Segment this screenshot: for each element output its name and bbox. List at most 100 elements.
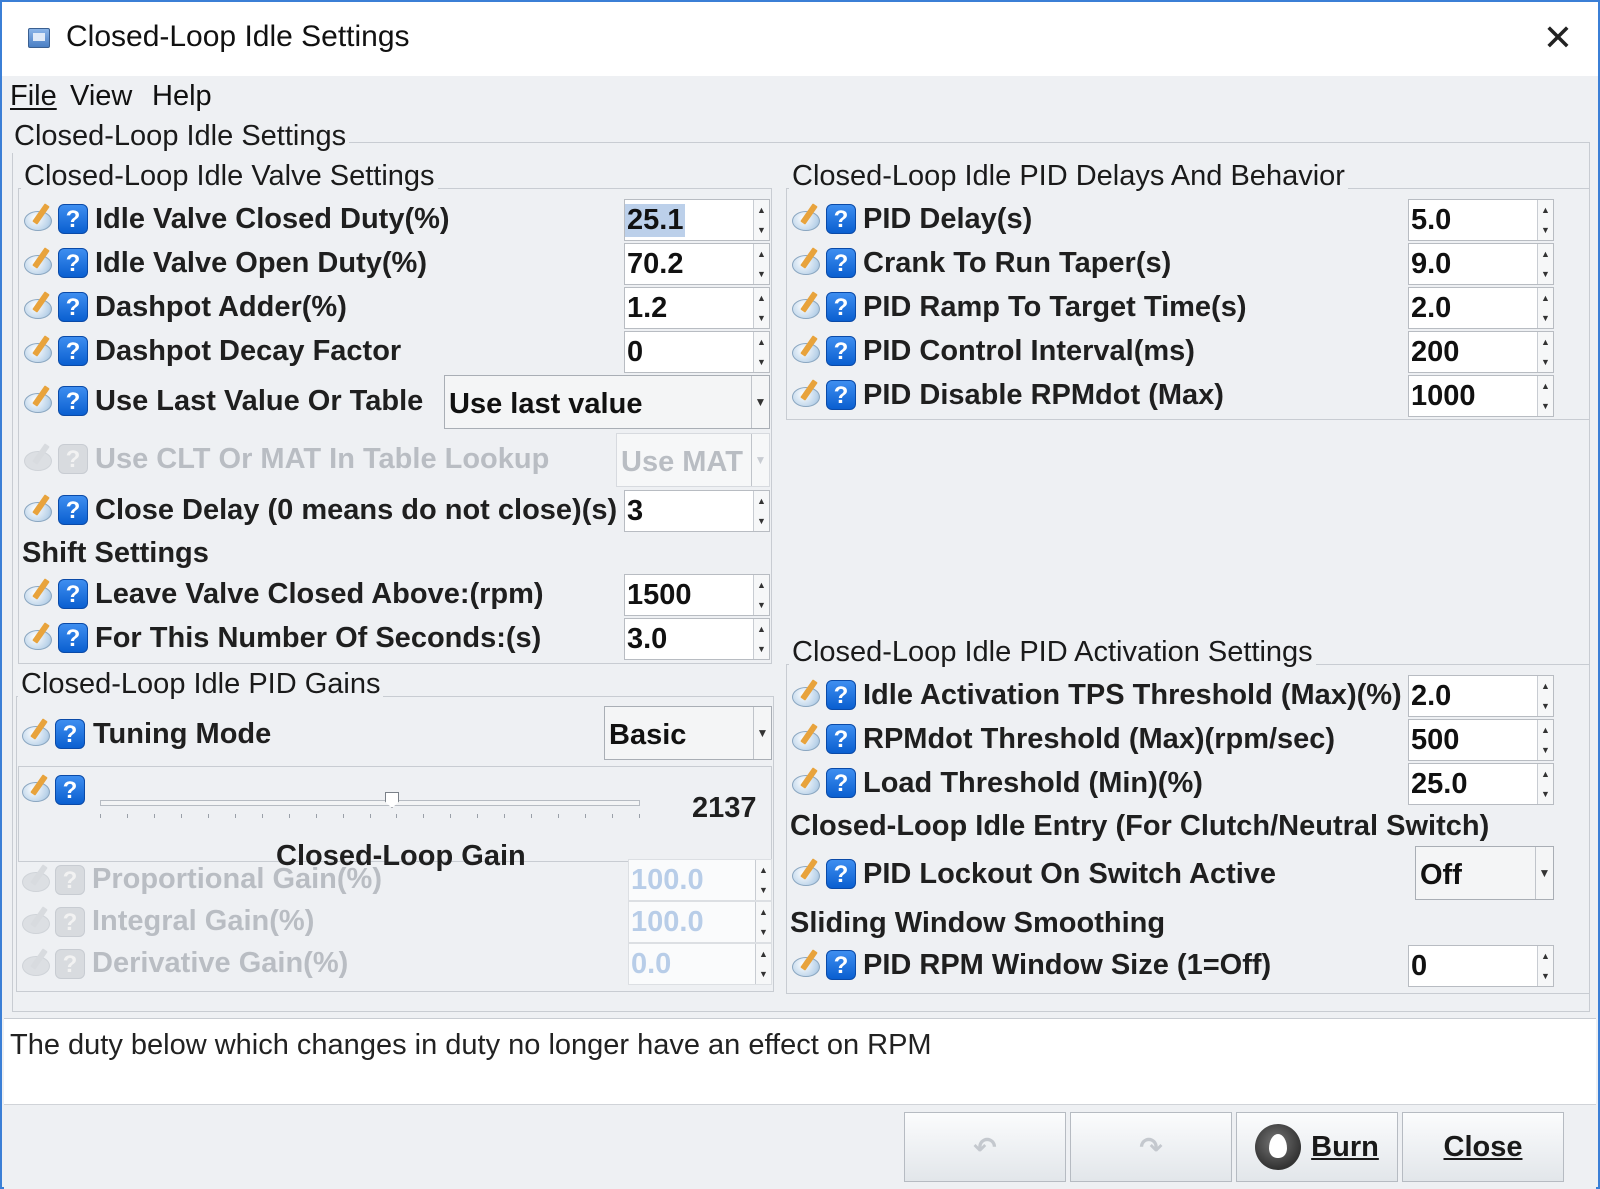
redo-icon: ↷ [1139,1131,1163,1163]
edit-pencil-icon[interactable] [792,335,826,365]
help-icon[interactable]: ? [826,859,856,889]
tuning-mode-selected: Basic [609,719,687,751]
help-icon[interactable]: ? [826,204,856,234]
spinner-arrows[interactable]: ▲ ▼ [1537,200,1553,240]
edit-pencil-icon[interactable] [792,247,826,277]
redo-button[interactable]: ↷ [1070,1112,1232,1182]
edit-pencil-icon[interactable] [24,247,58,277]
spinner-arrows[interactable]: ▲ ▼ [1537,720,1553,760]
edit-pencil-icon[interactable] [24,494,58,524]
spinner-arrows[interactable]: ▲ ▼ [753,491,769,531]
help-icon[interactable]: ? [55,719,85,749]
idle-valve-open-duty-input[interactable]: 70.2 ▲ ▼ [624,243,770,285]
leave-valve-closed-input[interactable]: 1500 ▲ ▼ [624,574,770,616]
edit-pencil-icon[interactable] [24,291,58,321]
spinner-arrows[interactable]: ▲ ▼ [753,288,769,328]
spinner-arrows[interactable]: ▲ ▼ [1537,946,1553,986]
window-size-input[interactable]: 0 ▲ ▼ [1408,945,1554,987]
help-icon[interactable]: ? [58,292,88,322]
crank-taper-input[interactable]: 9.0 ▲ ▼ [1408,243,1554,285]
help-icon[interactable]: ? [826,380,856,410]
pid-gains-title: Closed-Loop Idle PID Gains [18,668,384,701]
edit-pencil-icon[interactable] [792,949,826,979]
spinner-arrows[interactable]: ▲ ▼ [1537,376,1553,416]
help-icon[interactable]: ? [826,680,856,710]
spinner-arrows[interactable]: ▲ ▼ [753,244,769,284]
spinner-arrows[interactable]: ▲ ▼ [753,332,769,372]
dialog-window: Closed-Loop Idle Settings ✕ File View He… [0,0,1600,1189]
gain-slider-track[interactable] [100,800,640,806]
help-icon[interactable]: ? [826,292,856,322]
edit-pencil-icon[interactable] [792,379,826,409]
edit-pencil-icon[interactable] [24,622,58,652]
edit-pencil-icon[interactable] [792,679,826,709]
help-icon[interactable]: ? [826,950,856,980]
load-threshold-input[interactable]: 25.0 ▲ ▼ [1408,763,1554,805]
close-delay-value: 3 [627,495,644,527]
help-icon[interactable]: ? [826,336,856,366]
idle-valve-closed-duty-input[interactable]: 25.1 ▲ ▼ [624,199,770,241]
close-button[interactable]: Close [1402,1112,1564,1182]
spinner-arrows[interactable]: ▲ ▼ [1537,332,1553,372]
slider-tick [154,814,155,818]
close-window-icon[interactable]: ✕ [1536,16,1580,60]
control-interval-input[interactable]: 200 ▲ ▼ [1408,331,1554,373]
dashpot-adder-input[interactable]: 1.2 ▲ ▼ [624,287,770,329]
edit-pencil-icon[interactable] [24,203,58,233]
help-icon[interactable]: ? [58,386,88,416]
edit-pencil-icon[interactable] [24,578,58,608]
help-icon[interactable]: ? [55,775,85,805]
burn-button[interactable]: Burn [1236,1112,1398,1182]
help-icon[interactable]: ? [826,248,856,278]
spinner-arrows[interactable]: ▲ ▼ [1537,764,1553,804]
help-icon[interactable]: ? [826,724,856,754]
seconds-input[interactable]: 3.0 ▲ ▼ [624,618,770,660]
help-icon[interactable]: ? [826,768,856,798]
rpmdot-threshold-input[interactable]: 500 ▲ ▼ [1408,719,1554,761]
edit-pencil-icon[interactable] [22,718,56,748]
spinner-arrows[interactable]: ▲ ▼ [753,619,769,659]
ramp-time-input[interactable]: 2.0 ▲ ▼ [1408,287,1554,329]
edit-pencil-icon[interactable] [22,774,56,804]
tps-threshold-input[interactable]: 2.0 ▲ ▼ [1408,675,1554,717]
integral-gain-label: Integral Gain(%) [92,905,315,937]
chevron-down-icon[interactable]: ▼ [751,376,769,428]
chevron-down-icon[interactable]: ▼ [753,707,771,759]
edit-pencil-icon[interactable] [792,723,826,753]
help-icon[interactable]: ? [58,248,88,278]
menu-file[interactable]: File [10,80,57,113]
ramp-time-label: PID Ramp To Target Time(s) [863,291,1247,323]
disable-rpmdot-input[interactable]: 1000 ▲ ▼ [1408,375,1554,417]
edit-pencil-icon[interactable] [792,203,826,233]
chevron-down-icon[interactable]: ▼ [1535,847,1553,899]
help-icon[interactable]: ? [58,495,88,525]
help-icon[interactable]: ? [58,336,88,366]
pid-delay-input[interactable]: 5.0 ▲ ▼ [1408,199,1554,241]
undo-icon: ↶ [973,1131,997,1163]
close-delay-input[interactable]: 3 ▲ ▼ [624,490,770,532]
undo-button[interactable]: ↶ [904,1112,1066,1182]
spinner-arrows[interactable]: ▲ ▼ [753,575,769,615]
seconds-label: For This Number Of Seconds:(s) [95,622,542,654]
edit-pencil-icon[interactable] [792,767,826,797]
help-text-area: The duty below which changes in duty no … [4,1018,1596,1104]
help-icon[interactable]: ? [58,579,88,609]
edit-pencil-icon [22,864,56,894]
dashpot-decay-factor-input[interactable]: 0 ▲ ▼ [624,331,770,373]
help-icon[interactable]: ? [58,204,88,234]
help-icon[interactable]: ? [58,623,88,653]
spinner-arrows[interactable]: ▲ ▼ [1537,244,1553,284]
spinner-arrows[interactable]: ▲ ▼ [1537,288,1553,328]
edit-pencil-icon[interactable] [792,858,826,888]
edit-pencil-icon[interactable] [24,385,58,415]
tuning-mode-select[interactable]: Basic ▼ [604,706,772,760]
spinner-arrows[interactable]: ▲ ▼ [753,200,769,240]
lockout-select[interactable]: Off ▼ [1415,846,1554,900]
use-last-value-select[interactable]: Use last value ▼ [444,375,770,429]
edit-pencil-icon[interactable] [24,335,58,365]
menu-view[interactable]: View [70,80,132,113]
edit-pencil-icon[interactable] [792,291,826,321]
proportional-gain-label: Proportional Gain(%) [92,863,382,895]
menu-help[interactable]: Help [152,80,212,113]
spinner-arrows[interactable]: ▲ ▼ [1537,676,1553,716]
